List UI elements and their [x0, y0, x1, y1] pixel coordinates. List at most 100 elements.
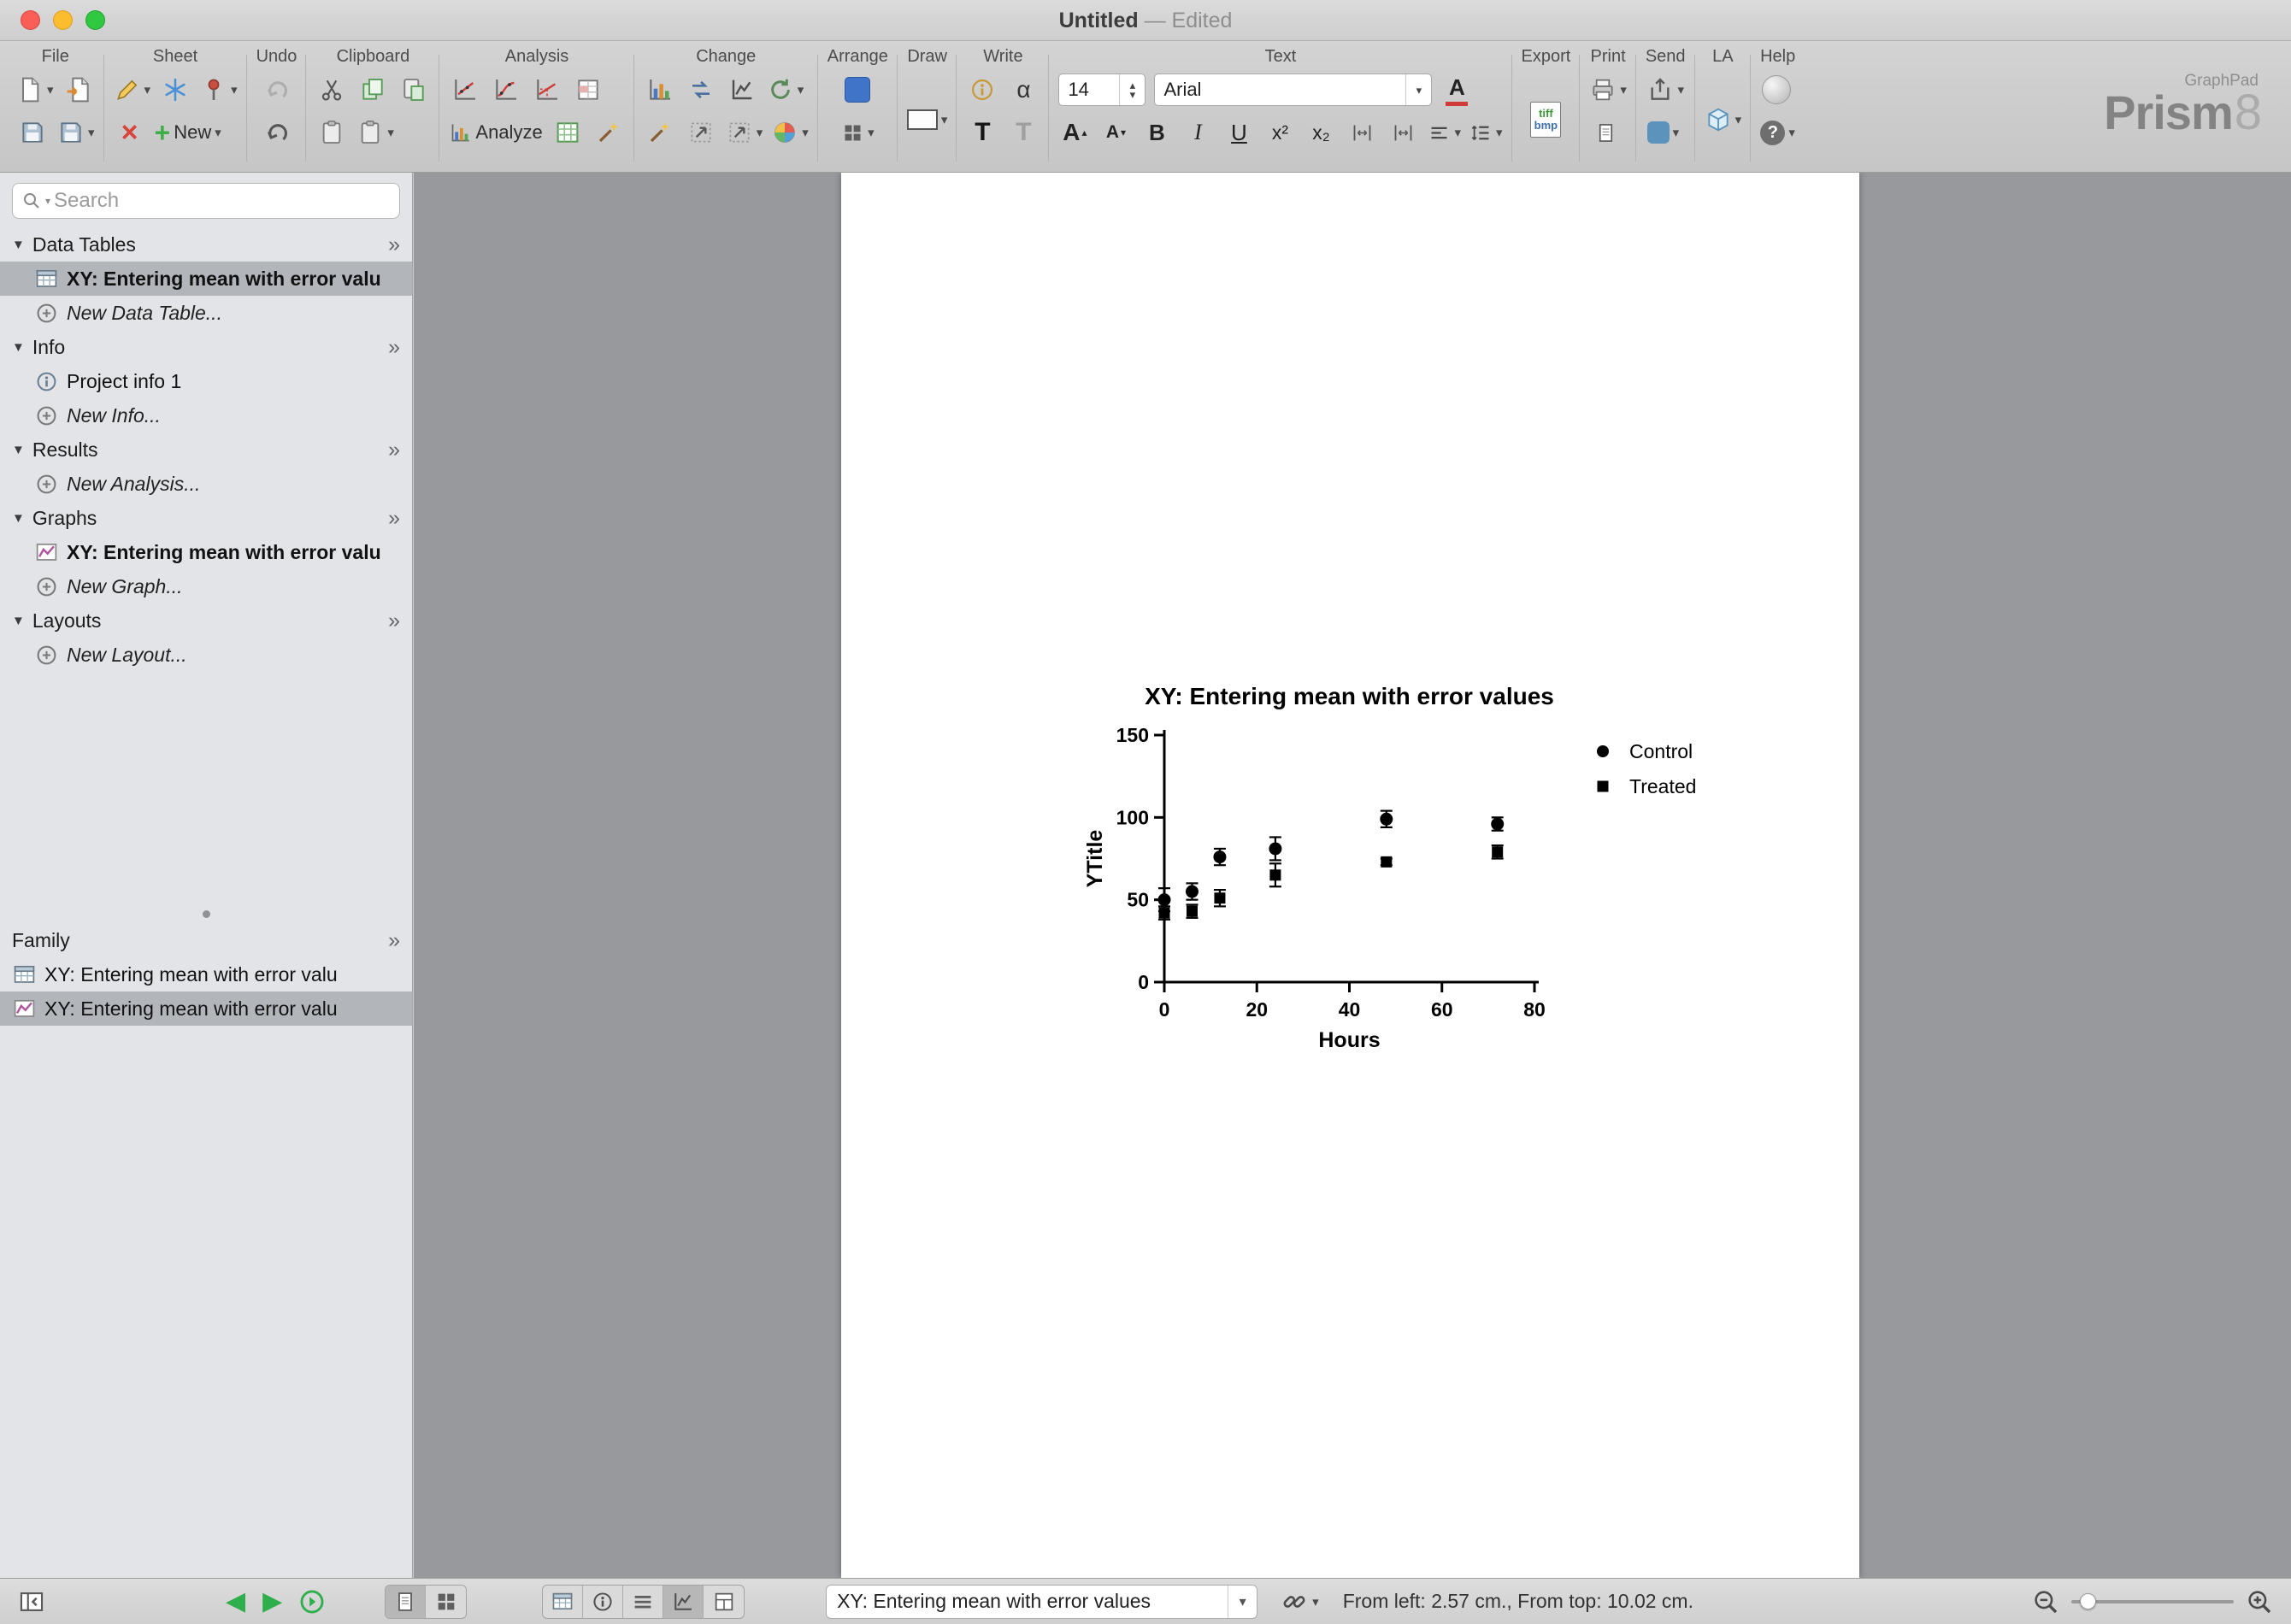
zoom-button[interactable]: [85, 10, 105, 30]
toggle-sidebar-button[interactable]: [15, 1583, 48, 1621]
family-item-graph[interactable]: XY: Entering mean with error valu: [0, 991, 412, 1026]
duplicate-analysis-button[interactable]: [551, 114, 584, 151]
new-document-button[interactable]: ▾: [16, 71, 54, 109]
bold-button[interactable]: B: [1140, 114, 1173, 151]
stepper-down-icon[interactable]: ▾: [1130, 90, 1136, 99]
subscript-button[interactable]: x₂: [1305, 114, 1337, 151]
section-header-results[interactable]: ▼ Results »: [0, 432, 412, 467]
increase-font-button[interactable]: A▴: [1058, 114, 1091, 151]
results-view-button[interactable]: [623, 1586, 663, 1618]
chevron-down-icon[interactable]: ▾: [1405, 74, 1431, 105]
text-outline-tool-button[interactable]: T: [1007, 114, 1039, 151]
close-button[interactable]: [21, 10, 40, 30]
single-page-view-button[interactable]: [386, 1586, 426, 1618]
italic-button[interactable]: I: [1181, 114, 1214, 151]
sidebar-item-data-table-xy[interactable]: XY: Entering mean with error valu: [0, 262, 412, 296]
interpolate-button[interactable]: [531, 71, 563, 109]
kerning-loosen-button[interactable]: [1387, 114, 1419, 151]
disclosure-triangle-icon[interactable]: ▼: [12, 340, 25, 355]
font-color-button[interactable]: A: [1440, 71, 1473, 109]
zoom-slider[interactable]: [2071, 1600, 2234, 1603]
graph-view-button[interactable]: [663, 1586, 704, 1618]
format-points-button[interactable]: [685, 114, 717, 151]
sidebar-item-new-info[interactable]: New Info...: [0, 398, 412, 432]
disclosure-triangle-icon[interactable]: ▼: [12, 443, 25, 457]
labarchives-button[interactable]: ▾: [1705, 101, 1742, 138]
align-objects-button[interactable]: [841, 71, 874, 109]
forward-button[interactable]: ▶: [262, 1589, 282, 1615]
info-view-button[interactable]: [583, 1586, 623, 1618]
open-file-button[interactable]: [62, 71, 95, 109]
table-view-button[interactable]: [543, 1586, 583, 1618]
splitter-handle-icon[interactable]: [203, 910, 210, 918]
send-to-service-button[interactable]: ▾: [1646, 114, 1679, 151]
section-header-family[interactable]: Family »: [0, 923, 412, 957]
paste-special-button[interactable]: ▾: [356, 114, 394, 151]
undo-button[interactable]: [261, 71, 293, 109]
print-button[interactable]: ▾: [1589, 71, 1627, 109]
minimize-button[interactable]: [53, 10, 73, 30]
freeze-sheet-button[interactable]: [159, 71, 191, 109]
share-button[interactable]: ▾: [1646, 71, 1684, 109]
swap-data-button[interactable]: [685, 71, 717, 109]
export-image-button[interactable]: tiffbmp: [1529, 101, 1562, 138]
decrease-font-button[interactable]: A▾: [1099, 114, 1132, 151]
back-button[interactable]: ◀: [226, 1589, 245, 1615]
paste-button[interactable]: [315, 114, 348, 151]
section-expand-icon[interactable]: »: [388, 232, 400, 257]
apply-analysis-button[interactable]: [592, 114, 625, 151]
rename-sheet-button[interactable]: ▾: [114, 71, 151, 109]
layout-view-button[interactable]: [704, 1586, 744, 1618]
section-expand-icon[interactable]: »: [388, 506, 400, 531]
text-tool-button[interactable]: T: [966, 114, 998, 151]
font-family-select[interactable]: Arial▾: [1154, 74, 1432, 106]
section-header-graphs[interactable]: ▼ Graphs »: [0, 501, 412, 535]
pin-sheet-button[interactable]: ▾: [200, 71, 238, 109]
ttest-button[interactable]: [572, 71, 604, 109]
insert-greek-button[interactable]: α: [1007, 71, 1039, 109]
sidebar-item-graph-xy[interactable]: XY: Entering mean with error valu: [0, 535, 412, 569]
section-expand-icon[interactable]: »: [388, 928, 400, 953]
disclosure-triangle-icon[interactable]: ▼: [12, 614, 25, 628]
analyze-button[interactable]: Analyze: [449, 114, 542, 151]
duplicate-button[interactable]: [398, 71, 430, 109]
sidebar-item-new-graph[interactable]: New Graph...: [0, 569, 412, 603]
disclosure-triangle-icon[interactable]: ▼: [12, 511, 25, 526]
sidebar-splitter[interactable]: [0, 904, 412, 923]
delete-sheet-button[interactable]: ×: [114, 114, 146, 151]
recalculate-button[interactable]: ▾: [767, 71, 804, 109]
save-button[interactable]: [16, 114, 49, 151]
kerning-tighten-button[interactable]: [1346, 114, 1378, 151]
magic-format-button[interactable]: [644, 114, 676, 151]
sidebar-item-new-data-table[interactable]: New Data Table...: [0, 296, 412, 330]
section-header-layouts[interactable]: ▼ Layouts »: [0, 603, 412, 638]
section-expand-icon[interactable]: »: [388, 438, 400, 462]
arrange-order-button[interactable]: ▾: [841, 114, 875, 151]
save-as-button[interactable]: ▾: [57, 114, 95, 151]
family-item-data-table[interactable]: XY: Entering mean with error valu: [0, 957, 412, 991]
cut-button[interactable]: [315, 71, 348, 109]
sheet-selector-chevron[interactable]: ▾: [1228, 1586, 1257, 1618]
sheet-selector[interactable]: XY: Entering mean with error values ▾: [826, 1585, 1257, 1619]
sidebar-item-new-analysis[interactable]: New Analysis...: [0, 467, 412, 501]
zoom-in-icon[interactable]: [2245, 1587, 2274, 1616]
copy-button[interactable]: [356, 71, 389, 109]
prism-academy-button[interactable]: [1760, 71, 1793, 109]
text-align-button[interactable]: ▾: [1428, 114, 1461, 151]
font-size-select[interactable]: 14▴▾: [1058, 74, 1146, 106]
page-setup-button[interactable]: [1589, 114, 1622, 151]
line-spacing-button[interactable]: ▾: [1469, 114, 1503, 151]
stepper-icon[interactable]: ▴▾: [1119, 74, 1145, 105]
help-button[interactable]: ?▾: [1760, 114, 1795, 151]
resize-graph-button[interactable]: ▾: [726, 114, 763, 151]
multi-page-view-button[interactable]: [426, 1586, 466, 1618]
graph-type-button[interactable]: [644, 71, 676, 109]
section-header-data-tables[interactable]: ▼ Data Tables »: [0, 227, 412, 262]
color-scheme-button[interactable]: ▾: [771, 114, 809, 151]
underline-button[interactable]: U: [1222, 114, 1255, 151]
change-data-button[interactable]: [726, 71, 758, 109]
section-header-info[interactable]: ▼ Info »: [0, 330, 412, 364]
insert-info-button[interactable]: [966, 71, 998, 109]
disclosure-triangle-icon[interactable]: ▼: [12, 238, 25, 252]
new-sheet-button[interactable]: +New▾: [155, 114, 221, 151]
